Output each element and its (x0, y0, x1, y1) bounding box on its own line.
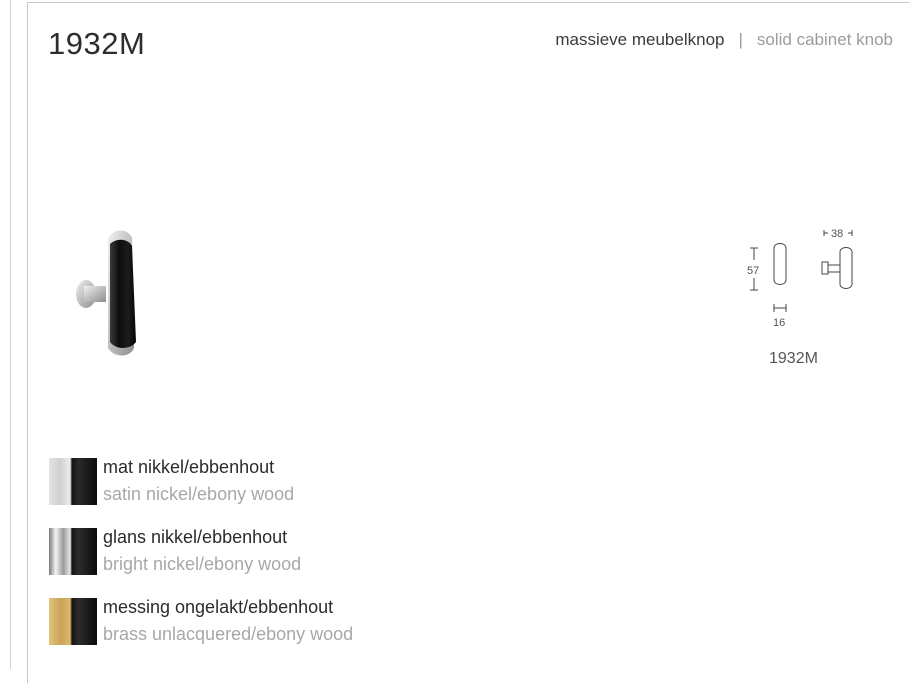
dim-depth-label: 38 (831, 228, 843, 240)
product-photo (76, 230, 136, 356)
drawing-caption: 1932M (769, 350, 818, 367)
finish-swatch-satin-nickel (49, 458, 97, 505)
finish-name-dutch: mat nikkel/ebbenhout (103, 457, 275, 477)
description-dutch: massieve meubelknop (555, 30, 725, 49)
finish-swatch-brass (49, 598, 97, 645)
page-title: 1932M (48, 26, 146, 61)
finish-name-english: bright nickel/ebony wood (103, 554, 302, 574)
knob-grip (110, 239, 136, 348)
product-description: massieve meubelknop | solid cabinet knob (555, 30, 893, 50)
finish-name-english: satin nickel/ebony wood (103, 484, 295, 504)
technical-drawing: 57 16 38 (747, 228, 853, 328)
dim-height-label: 57 (747, 265, 759, 277)
finish-name-dutch: messing ongelakt/ebbenhout (103, 597, 334, 617)
finish-name-english: brass unlacquered/ebony wood (103, 624, 354, 644)
left-margin-rule (10, 0, 11, 669)
knob-stem (84, 286, 106, 302)
description-english: solid cabinet knob (756, 30, 893, 49)
dim-width-label: 16 (773, 317, 785, 328)
finish-swatch-bright-nickel (49, 528, 97, 575)
finish-name-dutch: glans nikkel/ebbenhout (103, 527, 288, 547)
description-separator: | (738, 30, 743, 49)
